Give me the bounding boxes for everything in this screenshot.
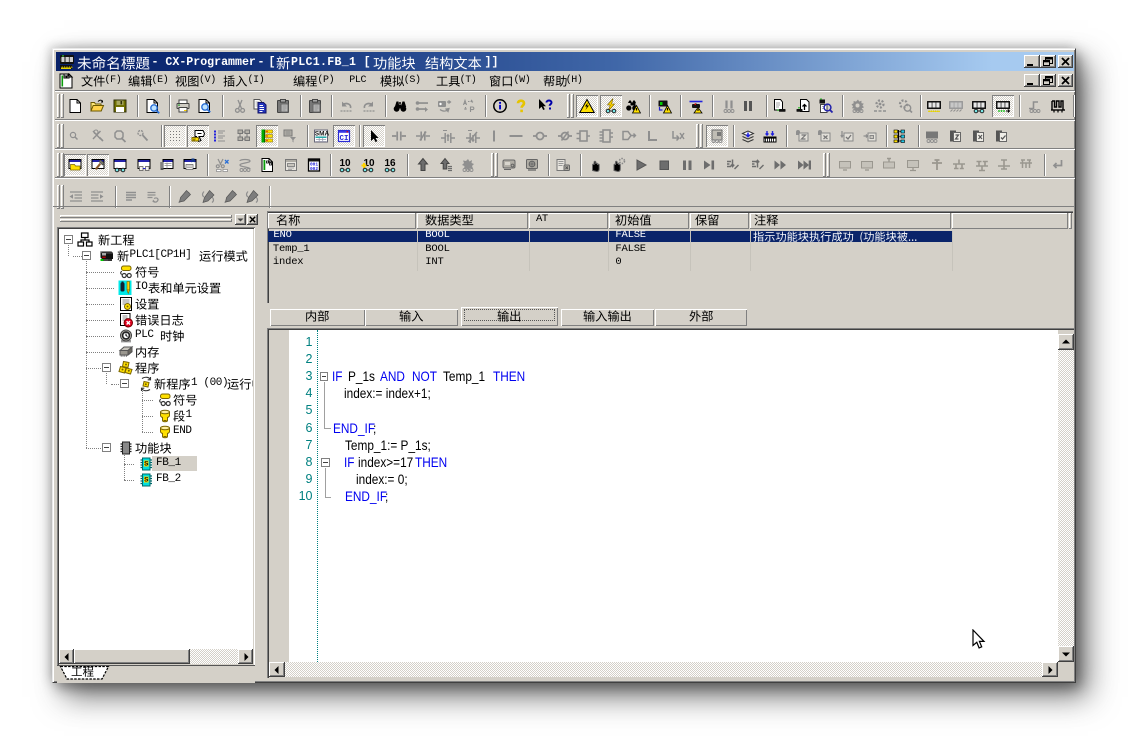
- svg-text:10: 10: [339, 158, 351, 169]
- svg-text:10: 10: [363, 158, 375, 169]
- svg-text:S: S: [144, 476, 149, 483]
- svg-text:002: 002: [310, 166, 318, 172]
- svg-text:S: S: [144, 460, 149, 467]
- svg-text:SMA: SMA: [315, 131, 329, 138]
- svg-text:CI: CI: [339, 135, 348, 143]
- svg-text:16: 16: [384, 158, 396, 169]
